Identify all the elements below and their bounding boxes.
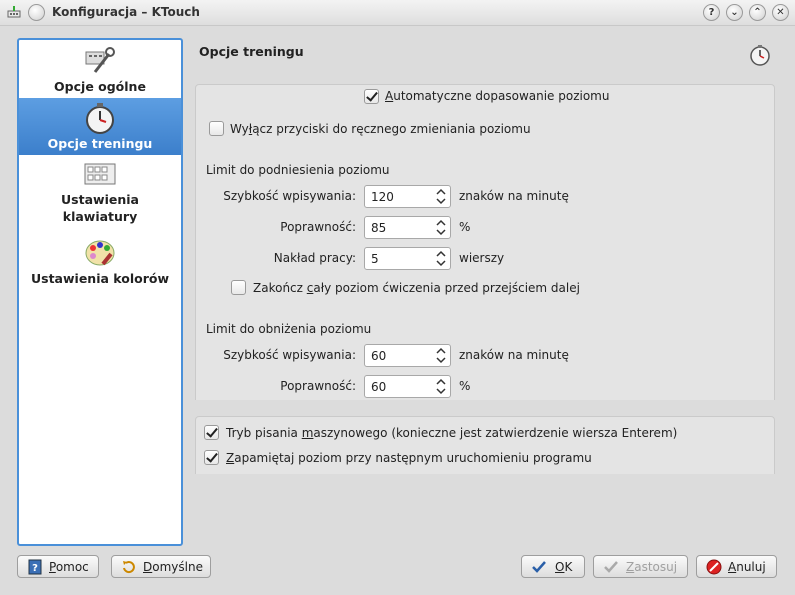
- check-icon: [532, 561, 546, 573]
- typewriter-mode-label[interactable]: Tryb pisania maszynowego (konieczne jest…: [226, 426, 677, 440]
- complete-level-label[interactable]: Zakończ cały poziom ćwiczenia przed prze…: [253, 281, 580, 295]
- remember-level-checkbox[interactable]: [204, 450, 219, 465]
- sidebar-item-label-line2: klawiatury: [62, 209, 138, 224]
- raise-accuracy-spinbox[interactable]: 85: [364, 216, 451, 239]
- lower-speed-label: Szybkość wpisywania:: [223, 348, 356, 362]
- raise-speed-unit: znaków na minutę: [459, 189, 569, 203]
- ok-button[interactable]: OK: [521, 555, 585, 578]
- help-button[interactable]: ? Pomoc: [17, 555, 99, 578]
- palette-icon: [85, 240, 115, 266]
- complete-level-checkbox[interactable]: [231, 280, 246, 295]
- raise-workload-spinbox[interactable]: 5: [364, 247, 451, 270]
- sidebar-item-training[interactable]: Opcje treningu: [19, 98, 181, 155]
- lower-accuracy-spinbox[interactable]: 60: [364, 375, 451, 398]
- help-window-button[interactable]: ?: [703, 4, 720, 21]
- spin-arrows-icon[interactable]: [436, 378, 446, 395]
- minimize-button[interactable]: ⌄: [726, 4, 743, 21]
- raise-speed-label: Szybkość wpisywania:: [223, 189, 356, 203]
- spin-arrows-icon[interactable]: [436, 347, 446, 364]
- raise-limit-heading: Limit do podniesienia poziomu: [206, 163, 390, 177]
- apply-button[interactable]: Zastosuj: [593, 555, 688, 578]
- typewriter-mode-checkbox[interactable]: [204, 425, 219, 440]
- sidebar-item-label: Opcje ogólne: [54, 79, 146, 94]
- help-book-icon: ?: [28, 559, 42, 575]
- disable-level-buttons-label[interactable]: Wyłącz przyciski do ręcznego zmieniania …: [230, 122, 531, 136]
- remember-level-label[interactable]: Zapamiętaj poziom przy następnym uruchom…: [226, 451, 592, 465]
- typing-options-group: [195, 416, 775, 474]
- cancel-button[interactable]: Anuluj: [696, 555, 777, 578]
- stopwatch-icon: [750, 45, 770, 66]
- lower-accuracy-label: Poprawność:: [280, 379, 356, 393]
- lower-accuracy-unit: %: [459, 379, 471, 393]
- close-button[interactable]: ✕: [772, 4, 789, 21]
- raise-accuracy-label: Poprawność:: [280, 220, 356, 234]
- spin-arrows-icon[interactable]: [436, 250, 446, 267]
- on-all-desktops-button[interactable]: [28, 4, 45, 21]
- lower-speed-unit: znaków na minutę: [459, 348, 569, 362]
- window-title: Konfiguracja – KTouch: [52, 5, 200, 19]
- sidebar-item-keyboard[interactable]: Ustawienia klawiatury: [19, 161, 181, 227]
- defaults-button[interactable]: Domyślne: [111, 555, 211, 578]
- raise-accuracy-unit: %: [459, 220, 471, 234]
- raise-speed-spinbox[interactable]: 120: [364, 185, 451, 208]
- raise-workload-unit: wierszy: [459, 251, 505, 265]
- sidebar-item-colors[interactable]: Ustawienia kolorów: [19, 236, 181, 290]
- spin-arrows-icon[interactable]: [436, 219, 446, 236]
- disable-level-buttons-checkbox[interactable]: [209, 121, 224, 136]
- title-bar: Konfiguracja – KTouch ? ⌄ ⌃ ✕: [0, 0, 795, 26]
- spin-arrows-icon[interactable]: [436, 188, 446, 205]
- sidebar: Opcje ogólne Opcje treningu Ustawienia k…: [17, 38, 183, 546]
- keyboard-icon: [84, 163, 116, 185]
- page-title: Opcje treningu: [199, 44, 304, 59]
- sidebar-item-general[interactable]: Opcje ogólne: [19, 44, 181, 98]
- sidebar-item-label: Ustawienia kolorów: [30, 271, 170, 286]
- svg-text:?: ?: [32, 563, 38, 574]
- tools-icon: [85, 47, 115, 73]
- raise-workload-label: Nakład pracy:: [273, 251, 356, 265]
- restore-icon: [123, 561, 135, 574]
- stopwatch-icon: [86, 103, 114, 134]
- sidebar-item-label-line1: Ustawienia: [61, 192, 139, 207]
- app-menu-icon[interactable]: [6, 5, 22, 21]
- auto-adjust-checkbox[interactable]: [364, 89, 379, 104]
- sidebar-item-label: Opcje treningu: [47, 136, 153, 151]
- lower-limit-heading: Limit do obniżenia poziomu: [206, 322, 372, 336]
- maximize-button[interactable]: ⌃: [749, 4, 766, 21]
- cancel-icon: [706, 559, 722, 575]
- lower-speed-spinbox[interactable]: 60: [364, 344, 451, 367]
- auto-adjust-label[interactable]: Automatyczne dopasowanie poziomu: [385, 89, 609, 103]
- check-icon: [604, 561, 618, 573]
